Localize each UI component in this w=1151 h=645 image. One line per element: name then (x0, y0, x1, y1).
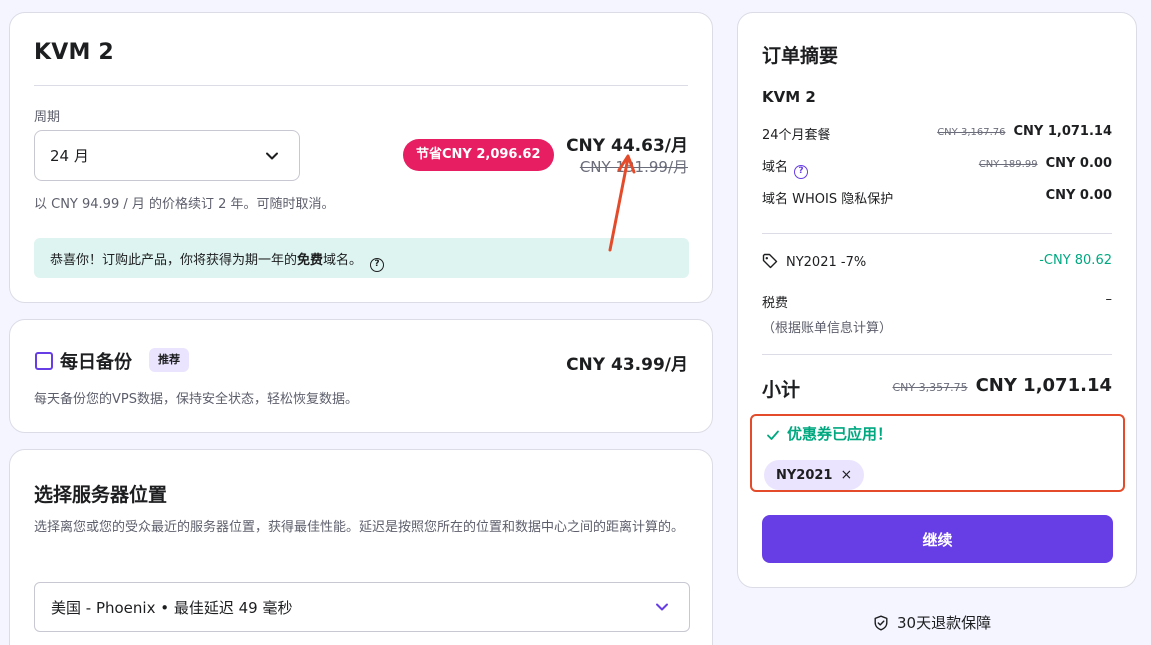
row-label: 域名 WHOIS 隐私保护 (762, 192, 894, 207)
free-domain-banner: 恭喜你！订购此产品，你将获得为期一年的免费域名。? (34, 238, 689, 278)
server-location-select[interactable]: 美国 - Phoenix • 最佳延迟 49 毫秒 (34, 582, 690, 632)
row-price: CNY 1,071.14 (1013, 124, 1112, 139)
daily-backup-title: 每日备份 (60, 352, 132, 373)
divider (34, 85, 688, 86)
help-circle-icon[interactable]: ? (370, 258, 385, 272)
row-old-price: CNY 3,167.76 (937, 127, 1006, 138)
row-label: 域名? (762, 156, 809, 179)
daily-backup-checkbox[interactable] (35, 352, 53, 370)
coupon-chip: NY2021 × (764, 460, 865, 490)
tax-value: – (1105, 292, 1113, 307)
row-value: CNY 0.00 (1046, 188, 1112, 203)
coupon-code: NY2021 (776, 468, 833, 483)
subtotal-label: 小计 (762, 379, 801, 401)
help-circle-icon[interactable]: ? (794, 165, 809, 179)
row-price: CNY 0.00 (1045, 156, 1112, 171)
row-label: 24个月套餐 (762, 128, 831, 143)
row-old-price: CNY 189.99 (978, 159, 1038, 170)
row-label: NY2021 -7% (762, 253, 866, 270)
savings-badge: 节省CNY 2,096.62 (403, 139, 554, 171)
row-value: CNY 189.99 CNY 0.00 (979, 156, 1112, 171)
summary-row-whois: 域名 WHOIS 隐私保护 CNY 0.00 (762, 188, 1112, 208)
recommended-badge: 推荐 (149, 348, 189, 372)
period-label: 周期 (34, 110, 61, 125)
guarantee-text: 30天退款保障 (897, 614, 992, 632)
summary-row-domain: 域名? CNY 189.99 CNY 0.00 (762, 156, 1112, 179)
tax-note: （根据账单信息计算） (762, 321, 893, 336)
divider (762, 354, 1112, 355)
subtotal-price: CNY 1,071.14 (975, 375, 1112, 396)
summary-row-tax: 税费 – (762, 292, 1112, 312)
coupon-section: 优惠券已应用！ NY2021 × (750, 414, 1125, 492)
tax-label: 税费 (762, 296, 789, 311)
period-select[interactable]: 24 月 (34, 130, 300, 181)
free-domain-text-pre: 恭喜你！订购此产品，你将获得为期一年的 (50, 253, 298, 268)
chevron-down-icon (656, 603, 668, 611)
row-value: CNY 3,167.76 CNY 1,071.14 (937, 124, 1112, 139)
close-icon[interactable]: × (840, 467, 852, 483)
subtotal-value: CNY 3,357.75 CNY 1,071.14 (892, 375, 1112, 396)
order-summary-card: 订单摘要 KVM 2 24个月套餐 CNY 3,167.76 CNY 1,071.… (737, 12, 1137, 588)
period-value: 24 月 (50, 147, 89, 165)
daily-backup-price: CNY 43.99/月 (566, 355, 688, 375)
shield-check-icon (874, 615, 888, 631)
server-location-title: 选择服务器位置 (34, 484, 168, 506)
order-summary-title: 订单摘要 (762, 45, 839, 67)
server-location-card: 选择服务器位置 选择离您或您的受众最近的服务器位置，获得最佳性能。延迟是按照您所… (9, 449, 713, 645)
summary-row-plan: 24个月套餐 CNY 3,167.76 CNY 1,071.14 (762, 124, 1112, 144)
plan-title: KVM 2 (34, 40, 114, 65)
plan-old-price: CNY 131.99/月 (579, 158, 688, 176)
row-price: CNY 0.00 (1045, 188, 1112, 203)
divider (762, 233, 1112, 234)
free-domain-text-bold: 免费 (297, 253, 324, 268)
tag-icon (762, 253, 778, 269)
summary-product-name: KVM 2 (762, 88, 816, 106)
check-icon (767, 430, 779, 440)
summary-row-discount: NY2021 -7% -CNY 80.62 (762, 253, 1112, 273)
server-location-value: 美国 - Phoenix • 最佳延迟 49 毫秒 (51, 599, 293, 617)
continue-button[interactable]: 继续 (762, 515, 1113, 563)
discount-value: -CNY 80.62 (1039, 253, 1112, 268)
discount-label: NY2021 -7% (786, 255, 867, 270)
plan-price: CNY 44.63/月 (566, 136, 688, 156)
renewal-note: 以 CNY 94.99 / 月 的价格续订 2 年。可随时取消。 (34, 197, 335, 212)
free-domain-text: 恭喜你！订购此产品，你将获得为期一年的免费域名。? (50, 249, 385, 272)
chevron-down-icon (266, 152, 278, 160)
daily-backup-card: 每日备份 推荐 CNY 43.99/月 每天备份您的VPS数据，保持安全状态，轻… (9, 319, 713, 433)
free-domain-text-post: 域名。 (323, 253, 363, 268)
row-label-text: 域名 (762, 160, 789, 175)
plan-card: KVM 2 周期 24 月 节省CNY 2,096.62 CNY 44.63/月… (9, 12, 713, 303)
money-back-guarantee: 30天退款保障 (873, 612, 991, 633)
subtotal-old-price: CNY 3,357.75 (892, 381, 968, 394)
daily-backup-description: 每天备份您的VPS数据，保持安全状态，轻松恢复数据。 (34, 392, 358, 407)
coupon-applied-message: 优惠券已应用！ (787, 425, 893, 443)
server-location-description: 选择离您或您的受众最近的服务器位置，获得最佳性能。延迟是按照您所在的位置和数据中… (34, 520, 685, 535)
